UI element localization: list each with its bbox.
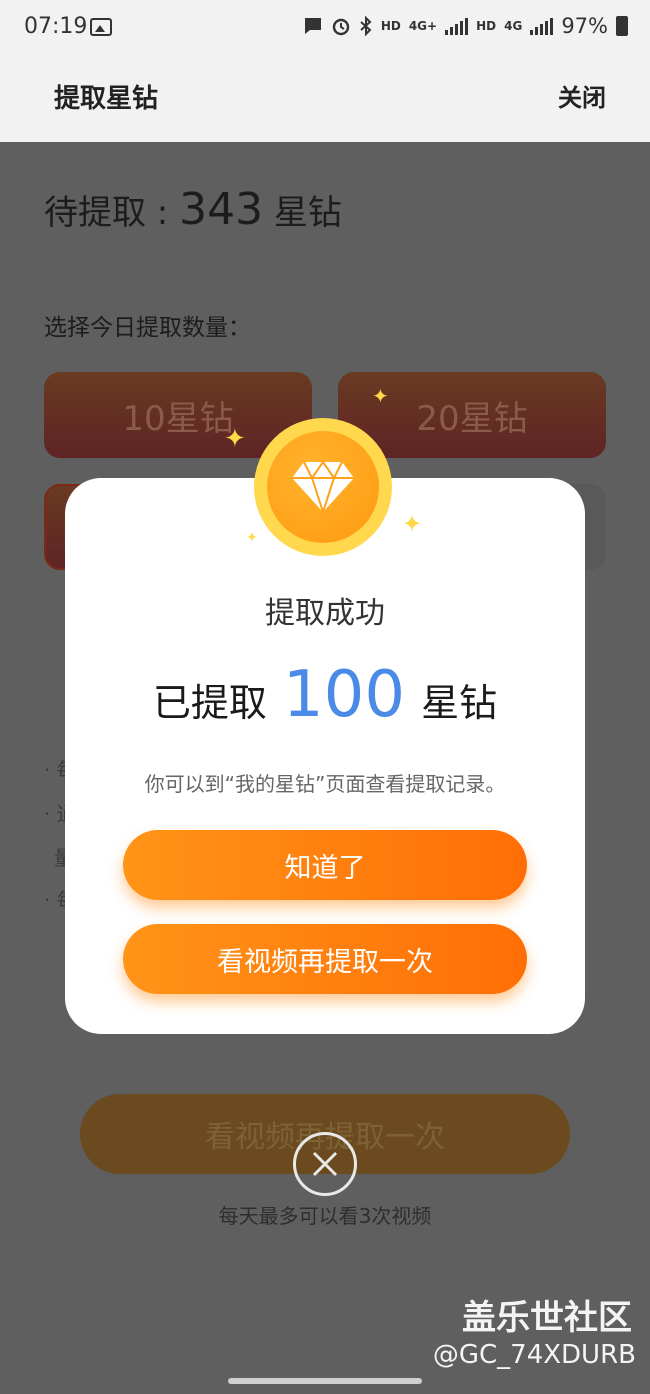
got-it-button[interactable]: 知道了 [123, 830, 527, 900]
sparkle-icon: ✦ [372, 384, 389, 408]
amount-unit: 星钻 [421, 681, 498, 725]
hd-label-2: HD [476, 19, 497, 33]
pending-amount: 待提取 : 343 星钻 [44, 184, 342, 235]
network-label-2: 4G [504, 19, 523, 33]
close-icon [312, 1151, 338, 1177]
watermark-user: @GC_74XDURB [432, 1340, 636, 1370]
pending-number: 343 [179, 184, 264, 235]
pending-label: 待提取 : [44, 193, 180, 233]
close-button[interactable]: 关闭 [558, 78, 606, 113]
dialog-description: 你可以到“我的星钻”页面查看提取记录。 [144, 772, 506, 796]
image-notification-icon [90, 18, 112, 36]
signal-icon-1 [445, 17, 469, 35]
select-amount-label: 选择今日提取数量： [44, 315, 251, 341]
page-title: 提取星钻 [54, 84, 159, 114]
hd-label-1: HD [380, 19, 401, 33]
bluetooth-icon [360, 16, 372, 36]
status-time: 07:19 [24, 14, 88, 39]
watch-video-again-button[interactable]: 看视频再提取一次 [123, 924, 527, 994]
message-icon [304, 18, 321, 34]
amount-prefix: 已提取 [152, 681, 267, 725]
alarm-icon [332, 18, 350, 36]
status-bar: 07:19 HD 4G+ HD 4G 97% [0, 0, 650, 56]
sparkle-icon: ✦ [402, 510, 423, 538]
network-label-1: 4G+ [408, 19, 438, 33]
home-indicator[interactable] [228, 1378, 422, 1384]
dialog-title: 提取成功 [265, 596, 385, 631]
battery-percent: 97% [561, 14, 608, 38]
status-indicators: HD 4G+ HD 4G 97% [303, 14, 628, 38]
sparkle-icon: ✦ [224, 424, 246, 454]
pending-unit: 星钻 [263, 193, 342, 233]
battery-icon [616, 16, 628, 36]
diamond-icon [292, 460, 354, 513]
video-limit-hint: 每天最多可以看3次视频 [218, 1204, 432, 1228]
success-dialog: 提取成功 已提取 100 星钻 你可以到“我的星钻”页面查看提取记录。 知道了 … [65, 478, 585, 1034]
signal-icon-2 [530, 17, 554, 35]
watermark-brand: 盖乐世社区 [462, 1298, 632, 1338]
medal-badge [254, 418, 392, 556]
dismiss-dialog-button[interactable] [293, 1132, 357, 1196]
dialog-amount: 已提取 100 星钻 [65, 658, 585, 732]
sparkle-icon: ✦ [246, 530, 258, 546]
amount-number: 100 [282, 658, 406, 732]
app-header: 提取星钻 关闭 [0, 56, 650, 142]
